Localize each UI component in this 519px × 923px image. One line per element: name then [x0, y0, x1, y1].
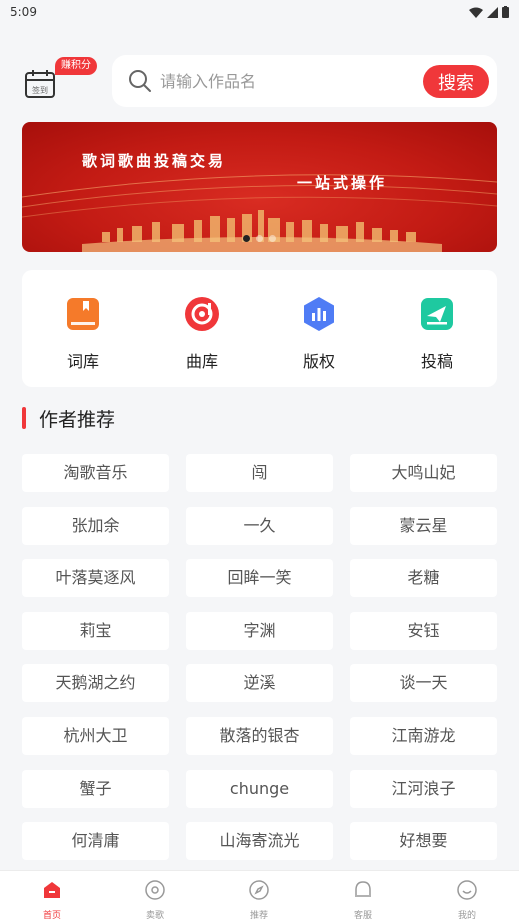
tab-home[interactable]: 首页: [22, 879, 82, 921]
battery-icon: [502, 6, 509, 18]
signal-icon: [487, 6, 498, 18]
smile-icon: [457, 880, 477, 900]
author-item[interactable]: 安钰: [350, 612, 497, 650]
home-icon: [44, 882, 60, 898]
banner-pagination: [22, 235, 497, 242]
bottom-tab-bar: 首页 卖歌 推荐 客服 我的: [0, 870, 519, 923]
status-icons: [469, 6, 509, 18]
author-item[interactable]: 江南游龙: [350, 717, 497, 755]
author-item[interactable]: 回眸一笑: [186, 559, 333, 597]
nav-label-submit: 投稿: [420, 352, 453, 371]
nav-item-submit[interactable]: 投稿: [397, 296, 477, 372]
author-item[interactable]: 大鸣山妃: [350, 454, 497, 492]
tab-label-customer-service: 客服: [353, 911, 372, 921]
promo-banner[interactable]: 歌词歌曲投稿交易 一站式操作: [22, 122, 497, 252]
author-item[interactable]: 天鹅湖之约: [22, 664, 169, 702]
search-box: 搜索: [112, 55, 497, 107]
tab-sell-songs[interactable]: 卖歌: [125, 879, 185, 921]
author-item[interactable]: 散落的银杏: [186, 717, 333, 755]
search-button[interactable]: 搜索: [423, 65, 489, 98]
section-header-author-recommend: 作者推荐: [22, 405, 115, 431]
checkin-button[interactable]: 签到: [22, 65, 58, 101]
author-item[interactable]: 一久: [186, 507, 333, 545]
section-accent-bar: [22, 407, 26, 429]
banner-dot[interactable]: [269, 235, 276, 242]
headset-icon: [355, 881, 371, 897]
author-item[interactable]: 蒙云星: [350, 507, 497, 545]
author-item[interactable]: 淘歌音乐: [22, 454, 169, 492]
author-item[interactable]: 逆溪: [186, 664, 333, 702]
author-item[interactable]: 好想要: [350, 822, 497, 860]
status-bar: 5:09: [0, 0, 519, 24]
nav-item-lyrics-library[interactable]: 词库: [43, 296, 123, 372]
banner-dot[interactable]: [243, 235, 250, 242]
compass-icon: [249, 880, 269, 900]
nav-label-copyright: 版权: [302, 352, 335, 371]
banner-headline: 歌词歌曲投稿交易: [82, 152, 227, 170]
search-icon: [129, 70, 151, 92]
copyright-chart-icon: [304, 297, 334, 331]
calendar-icon: 签到: [25, 70, 55, 98]
tab-mine[interactable]: 我的: [437, 879, 497, 921]
author-item[interactable]: 老糖: [350, 559, 497, 597]
author-item[interactable]: 蟹子: [22, 770, 169, 808]
quick-nav-panel: 词库 曲库 版权 投稿: [22, 270, 497, 387]
author-item[interactable]: 闯: [186, 454, 333, 492]
banner-dot[interactable]: [256, 235, 263, 242]
banner-skyline-graphic: [22, 174, 497, 252]
author-item[interactable]: 莉宝: [22, 612, 169, 650]
earn-points-badge[interactable]: 赚积分: [55, 57, 97, 75]
author-item[interactable]: 张加余: [22, 507, 169, 545]
banner-subheadline: 一站式操作: [297, 174, 388, 192]
tab-recommend[interactable]: 推荐: [229, 879, 289, 921]
submit-paper-plane-icon: [421, 298, 453, 330]
nav-label-lyrics-library: 词库: [66, 352, 99, 371]
disc-icon: [145, 880, 165, 900]
nav-label-song-library: 曲库: [185, 352, 218, 371]
author-item[interactable]: 字渊: [186, 612, 333, 650]
nav-item-copyright[interactable]: 版权: [279, 296, 359, 372]
checkin-label: 签到: [32, 85, 48, 95]
author-item[interactable]: 谈一天: [350, 664, 497, 702]
author-item[interactable]: 山海寄流光: [186, 822, 333, 860]
book-icon: [67, 298, 99, 330]
author-item[interactable]: 杭州大卫: [22, 717, 169, 755]
author-item[interactable]: chunge: [186, 770, 333, 808]
author-item[interactable]: 江河浪子: [350, 770, 497, 808]
author-item[interactable]: 何清庸: [22, 822, 169, 860]
tab-label-sell-songs: 卖歌: [145, 911, 164, 921]
tab-label-home: 首页: [42, 911, 61, 921]
wifi-icon: [469, 7, 483, 18]
tab-label-mine: 我的: [457, 911, 476, 921]
section-title: 作者推荐: [39, 408, 116, 431]
header: 签到 赚积分 搜索: [0, 55, 519, 107]
status-time: 5:09: [10, 5, 37, 19]
tab-label-recommend: 推荐: [249, 911, 268, 921]
search-input[interactable]: [160, 67, 410, 95]
music-disc-icon: [185, 297, 219, 331]
author-item[interactable]: 叶落莫逐风: [22, 559, 169, 597]
tab-customer-service[interactable]: 客服: [333, 879, 393, 921]
nav-item-song-library[interactable]: 曲库: [162, 296, 242, 372]
